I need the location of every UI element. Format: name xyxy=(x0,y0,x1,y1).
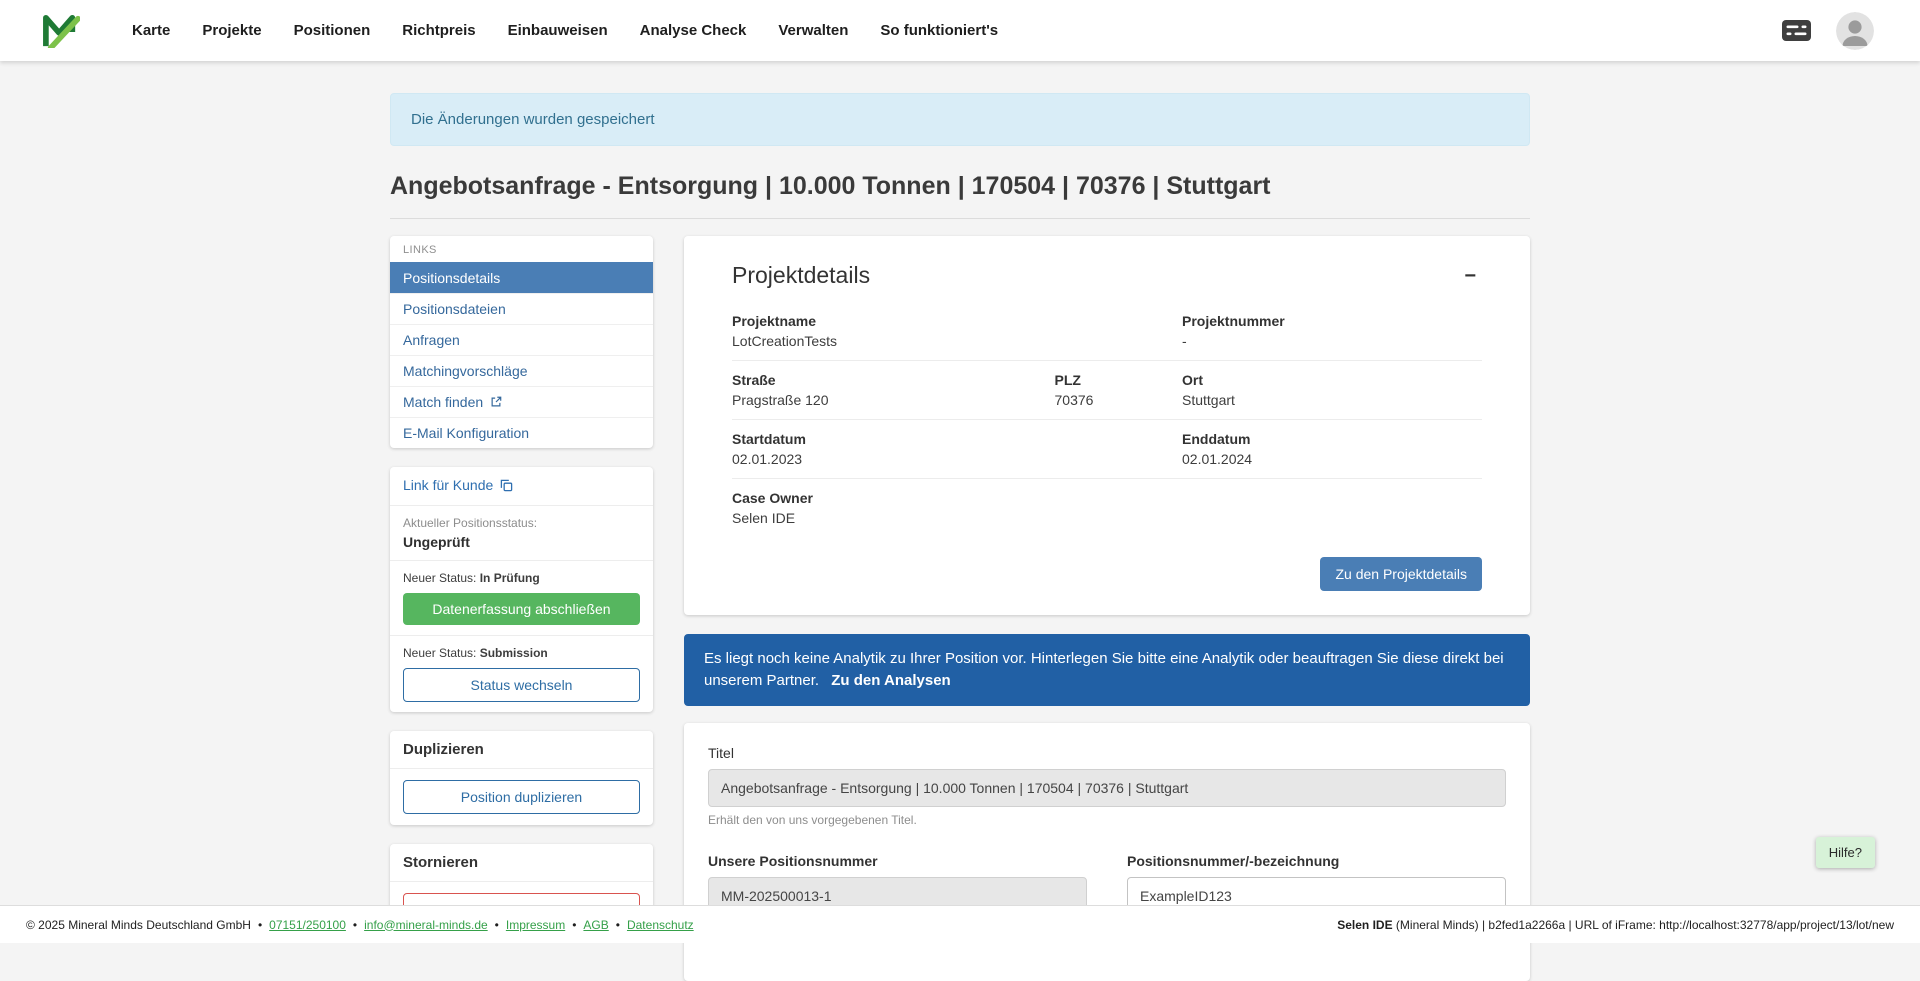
avatar[interactable] xyxy=(1836,12,1874,50)
sidebar-item-label: Match finden xyxy=(403,394,483,410)
separator: • xyxy=(616,918,620,932)
main-nav: Karte Projekte Positionen Richtpreis Ein… xyxy=(122,13,1781,48)
main-content: Projektdetails − Projektname LotCreation… xyxy=(684,236,1530,981)
project-details-button[interactable]: Zu den Projektdetails xyxy=(1320,557,1482,591)
duplicate-card: Duplizieren Position duplizieren xyxy=(390,731,653,825)
titel-label: Titel xyxy=(708,745,1506,761)
datenschutz-link[interactable]: Datenschutz xyxy=(627,918,694,932)
our-number-label: Unsere Positionsnummer xyxy=(708,853,1087,869)
phone-link[interactable]: 07151/250100 xyxy=(269,918,346,932)
status-card: Link für Kunde Aktueller Positionsstatus… xyxy=(390,467,653,712)
projektnummer-field: Projektnummer - xyxy=(1182,313,1482,349)
page-title: Angebotsanfrage - Entsorgung | 10.000 To… xyxy=(390,172,1530,219)
nav-item-so-funktionierts[interactable]: So funktioniert's xyxy=(870,13,1008,48)
sidebar-item-positionsdetails[interactable]: Positionsdetails xyxy=(390,262,653,293)
impressum-link[interactable]: Impressum xyxy=(506,918,565,932)
external-link-icon xyxy=(490,396,502,408)
footer-session-info: Selen IDE (Mineral Minds) | b2fed1a2266a… xyxy=(1337,918,1894,932)
current-status-label: Aktueller Positionsstatus: xyxy=(403,516,640,530)
keyboard-icon[interactable] xyxy=(1781,19,1812,42)
separator: • xyxy=(353,918,357,932)
titel-input xyxy=(708,769,1506,807)
strasse-field: Straße Pragstraße 120 xyxy=(732,372,1055,408)
titel-help: Erhält den von uns vorgegebenen Titel. xyxy=(708,813,1506,827)
help-button[interactable]: Hilfe? xyxy=(1816,837,1875,868)
case-owner-field: Case Owner Selen IDE xyxy=(732,490,1182,526)
sidebar-links-card: LINKS Positionsdetails Positionsdateien … xyxy=(390,236,653,448)
sidebar-item-anfragen[interactable]: Anfragen xyxy=(390,324,653,355)
analytics-link[interactable]: Zu den Analysen xyxy=(831,672,950,689)
save-alert: Die Änderungen wurden gespeichert xyxy=(390,93,1530,146)
ort-field: Ort Stuttgart xyxy=(1182,372,1482,408)
separator: • xyxy=(258,918,262,932)
sidebar-item-positionsdateien[interactable]: Positionsdateien xyxy=(390,293,653,324)
complete-data-entry-button[interactable]: Datenerfassung abschließen xyxy=(403,593,640,625)
pos-number-label: Positionsnummer/-bezeichnung xyxy=(1127,853,1506,869)
cancel-heading: Stornieren xyxy=(390,844,653,882)
current-status-value: Ungeprüft xyxy=(403,534,640,550)
switch-status-button[interactable]: Status wechseln xyxy=(403,668,640,702)
customer-link[interactable]: Link für Kunde xyxy=(403,477,513,493)
new-status-line-2: Neuer Status: Submission xyxy=(403,646,640,660)
sidebar-item-email-konfiguration[interactable]: E-Mail Konfiguration xyxy=(390,417,653,448)
nav-item-verwalten[interactable]: Verwalten xyxy=(768,13,858,48)
top-nav: Karte Projekte Positionen Richtpreis Ein… xyxy=(0,0,1920,61)
customer-link-label: Link für Kunde xyxy=(403,477,493,493)
person-icon xyxy=(1836,12,1874,50)
collapse-button[interactable]: − xyxy=(1458,262,1482,290)
analytics-banner-text: Es liegt noch keine Analytik zu Ihrer Po… xyxy=(704,650,1504,689)
startdatum-field: Startdatum 02.01.2023 xyxy=(732,431,1182,467)
project-details-title: Projektdetails xyxy=(732,262,870,289)
links-header: LINKS xyxy=(390,236,653,262)
footer: © 2025 Mineral Minds Deutschland GmbH • … xyxy=(0,905,1920,943)
project-details-card: Projektdetails − Projektname LotCreation… xyxy=(684,236,1530,615)
copy-icon xyxy=(500,479,513,492)
duplicate-position-button[interactable]: Position duplizieren xyxy=(403,780,640,814)
new-status-line-1: Neuer Status: In Prüfung xyxy=(403,571,640,585)
nav-item-positionen[interactable]: Positionen xyxy=(284,13,381,48)
copyright-text: © 2025 Mineral Minds Deutschland GmbH xyxy=(26,918,251,932)
nav-item-projekte[interactable]: Projekte xyxy=(192,13,271,48)
separator: • xyxy=(572,918,576,932)
nav-right xyxy=(1781,12,1874,50)
separator: • xyxy=(495,918,499,932)
sidebar-item-match-finden[interactable]: Match finden xyxy=(390,386,653,417)
plz-field: PLZ 70376 xyxy=(1055,372,1183,408)
nav-item-karte[interactable]: Karte xyxy=(122,13,180,48)
agb-link[interactable]: AGB xyxy=(583,918,608,932)
nav-item-analyse-check[interactable]: Analyse Check xyxy=(630,13,757,48)
mineral-minds-logo-icon xyxy=(42,14,80,48)
email-link[interactable]: info@mineral-minds.de xyxy=(364,918,488,932)
sidebar-item-matchingvorschlaege[interactable]: Matchingvorschläge xyxy=(390,355,653,386)
projektname-field: Projektname LotCreationTests xyxy=(732,313,1182,349)
sidebar: LINKS Positionsdetails Positionsdateien … xyxy=(390,236,653,957)
nav-item-einbauweisen[interactable]: Einbauweisen xyxy=(498,13,618,48)
nav-item-richtpreis[interactable]: Richtpreis xyxy=(392,13,485,48)
analytics-banner: Es liegt noch keine Analytik zu Ihrer Po… xyxy=(684,634,1530,706)
duplicate-heading: Duplizieren xyxy=(390,731,653,769)
enddatum-field: Enddatum 02.01.2024 xyxy=(1182,431,1482,467)
logo[interactable] xyxy=(42,14,80,48)
footer-left: © 2025 Mineral Minds Deutschland GmbH • … xyxy=(26,918,694,932)
